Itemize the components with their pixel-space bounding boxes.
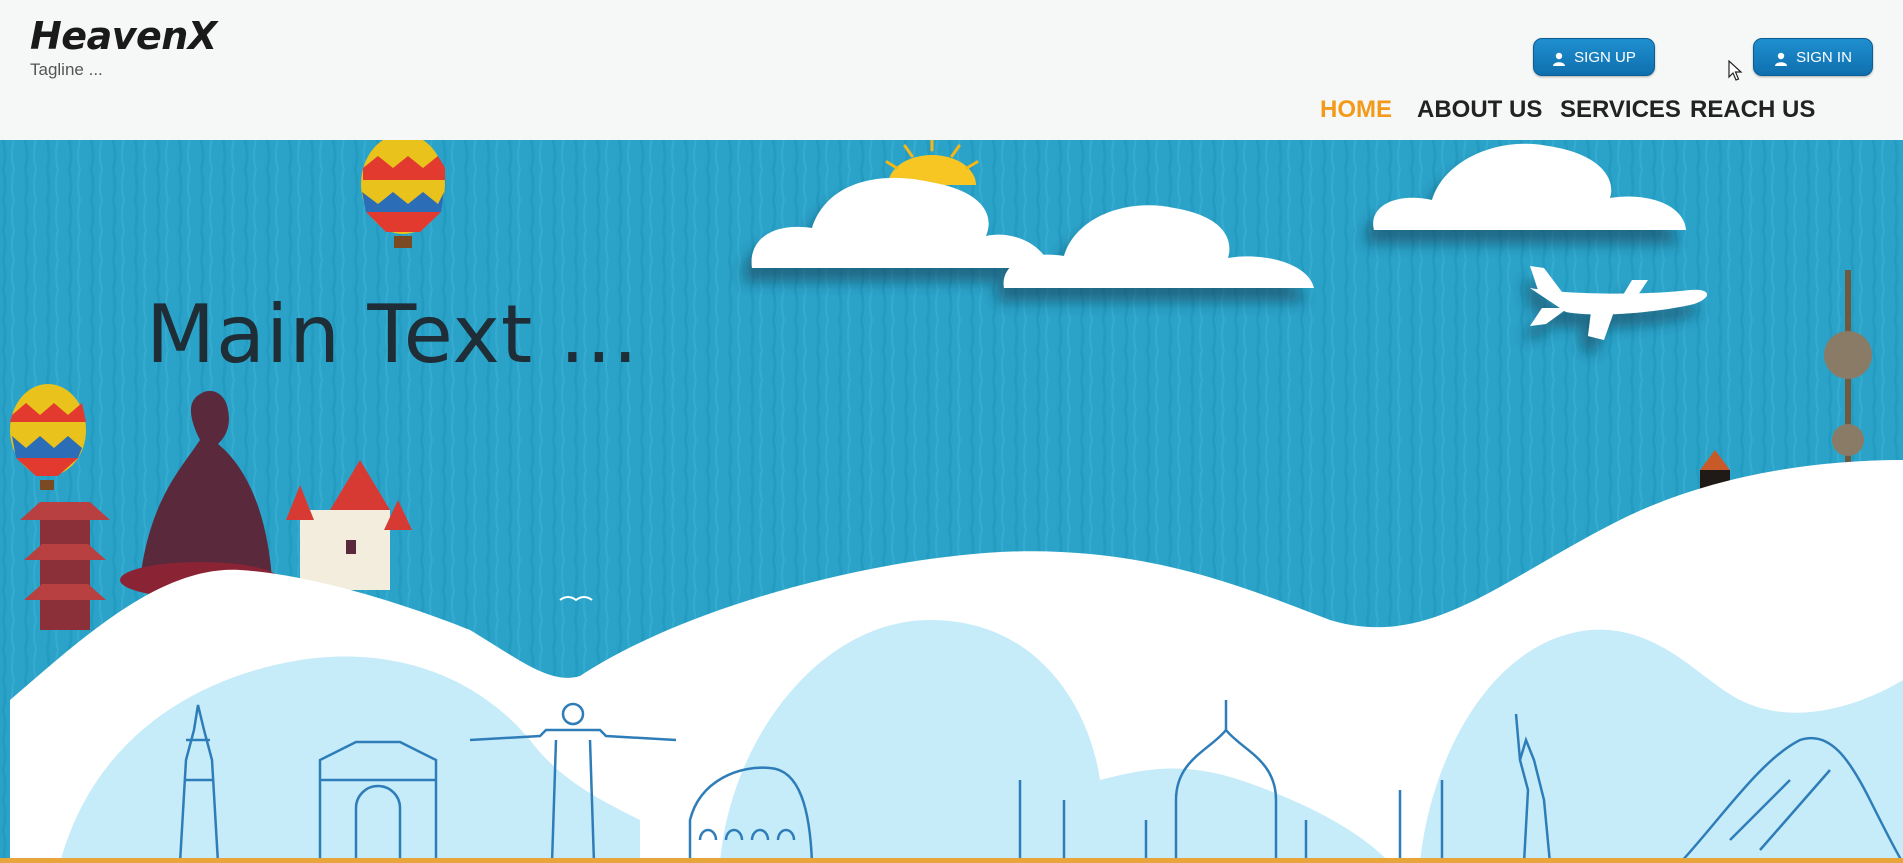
- mouse-cursor-icon: [1728, 60, 1743, 81]
- hero-banner: Main Text ...: [0, 140, 1903, 863]
- brand-tagline: Tagline ...: [30, 60, 103, 79]
- nav-services[interactable]: SERVICES: [1560, 96, 1681, 124]
- nav-home[interactable]: HOME: [1320, 96, 1392, 124]
- hero-illustration: [0, 140, 1903, 863]
- site-header: HeavenX Tagline ... SIGN UP SIGN IN HOME…: [0, 0, 1903, 141]
- bottom-accent-bar: [0, 858, 1903, 863]
- sign-in-button[interactable]: SIGN IN: [1753, 38, 1873, 76]
- sign-up-label: SIGN UP: [1574, 48, 1636, 66]
- brand-logo[interactable]: HeavenX: [30, 14, 217, 58]
- hero-main-text: Main Text ...: [146, 288, 639, 381]
- nav-about-us[interactable]: ABOUT US: [1417, 96, 1542, 124]
- sign-up-button[interactable]: SIGN UP: [1533, 38, 1655, 76]
- sign-in-label: SIGN IN: [1796, 48, 1852, 66]
- user-icon: [1553, 52, 1566, 66]
- user-icon: [1775, 52, 1788, 66]
- nav-reach-us[interactable]: REACH US: [1690, 96, 1815, 124]
